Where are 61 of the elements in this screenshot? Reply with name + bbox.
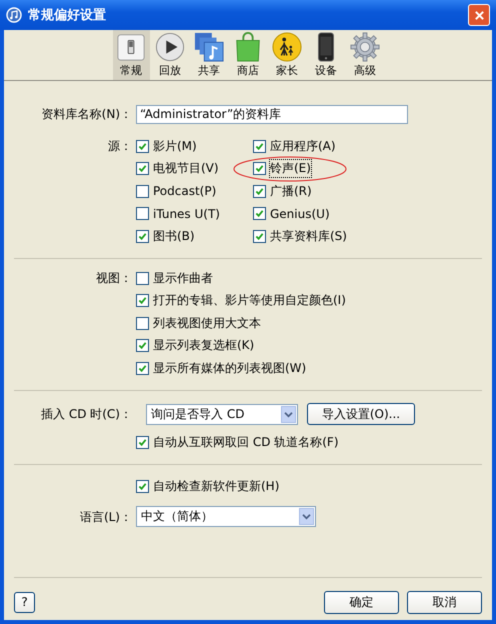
- toolbar-tab[interactable]: 常规: [112, 30, 150, 80]
- section-label: 视图：: [95, 270, 133, 287]
- cd-action-dropdown[interactable]: 询问是否导入 CD: [146, 404, 298, 424]
- section-label: 源：: [107, 138, 133, 155]
- import-settings-button[interactable]: 导入设置(O)...: [307, 403, 415, 425]
- toolbar-tab[interactable]: 回放: [152, 30, 188, 80]
- help-button[interactable]: ?: [14, 592, 35, 612]
- checkbox[interactable]: [136, 316, 149, 330]
- toolbar-tab[interactable]: 高级: [346, 30, 384, 80]
- checkbox-option[interactable]: 影片(M): [136, 135, 197, 158]
- checkbox[interactable]: [136, 184, 149, 198]
- checkbox-option[interactable]: Genius(U): [253, 202, 330, 225]
- checkbox[interactable]: [136, 140, 149, 153]
- checkbox-option[interactable]: 列表视图使用大文本: [136, 312, 346, 334]
- checkbox-option[interactable]: Podcast(P): [136, 180, 216, 202]
- gear-icon: [350, 32, 380, 62]
- checkbox[interactable]: [136, 272, 149, 285]
- checkbox-option[interactable]: 显示所有媒体的列表视图(W): [136, 357, 346, 380]
- checkbox-option[interactable]: 应用程序(A): [253, 135, 336, 158]
- field-label: 插入 CD 时(C)：: [40, 406, 133, 423]
- toolbar-tab[interactable]: 共享: [190, 30, 228, 80]
- checkbox-option[interactable]: 共享资料库(S): [253, 225, 347, 248]
- checkbox[interactable]: [136, 339, 149, 352]
- music-note-icon: [6, 7, 22, 23]
- switch-icon: [116, 32, 146, 62]
- shared-music-icon: [194, 32, 224, 62]
- checkbox-option[interactable]: 图书(B): [136, 225, 195, 248]
- checkbox[interactable]: [136, 162, 149, 176]
- checkbox-option[interactable]: 显示作曲者: [136, 267, 346, 290]
- checkbox[interactable]: [136, 480, 149, 493]
- language-dropdown[interactable]: 中文（简体）: [136, 506, 316, 527]
- checkbox[interactable]: [253, 184, 266, 198]
- checkbox-option[interactable]: 自动从互联网取回 CD 轨道名称(F): [136, 431, 339, 454]
- checkbox[interactable]: [253, 207, 266, 220]
- checkbox[interactable]: [136, 294, 149, 308]
- parent-child-icon: [272, 32, 302, 62]
- checkbox[interactable]: [136, 362, 149, 375]
- toolbar-tab[interactable]: 设备: [308, 30, 344, 80]
- field-label: 语言(L)：: [78, 508, 133, 526]
- checkbox-option[interactable]: 显示列表复选框(K): [136, 334, 346, 357]
- checkbox[interactable]: [253, 140, 266, 153]
- checkbox[interactable]: [136, 207, 149, 220]
- play-icon: [155, 32, 185, 62]
- dialog-button[interactable]: 取消: [407, 590, 482, 614]
- close-icon: [474, 10, 484, 20]
- field-label: 资料库名称(N)：: [40, 106, 133, 123]
- checkbox[interactable]: [253, 230, 266, 243]
- checkbox-option[interactable]: 广播(R): [253, 180, 312, 202]
- toolbar-tab[interactable]: 商店: [230, 30, 266, 80]
- checkbox[interactable]: [253, 162, 266, 176]
- close-button[interactable]: [468, 4, 490, 26]
- checkbox-option[interactable]: 自动检查新软件更新(H): [136, 475, 280, 498]
- checkbox-option[interactable]: 电视节目(V): [136, 158, 219, 180]
- checkbox-option[interactable]: iTunes U(T): [136, 202, 220, 225]
- checkbox-option[interactable]: 打开的专辑、影片等使用自定颜色(I): [136, 290, 346, 312]
- checkbox[interactable]: [136, 230, 149, 243]
- window-title: 常规偏好设置: [28, 7, 107, 24]
- dialog-button[interactable]: 确定: [324, 590, 399, 614]
- toolbar-tab[interactable]: 家长: [268, 30, 306, 80]
- library-name-field[interactable]: “Administrator”的资料库: [136, 104, 408, 124]
- checkbox[interactable]: [136, 436, 149, 449]
